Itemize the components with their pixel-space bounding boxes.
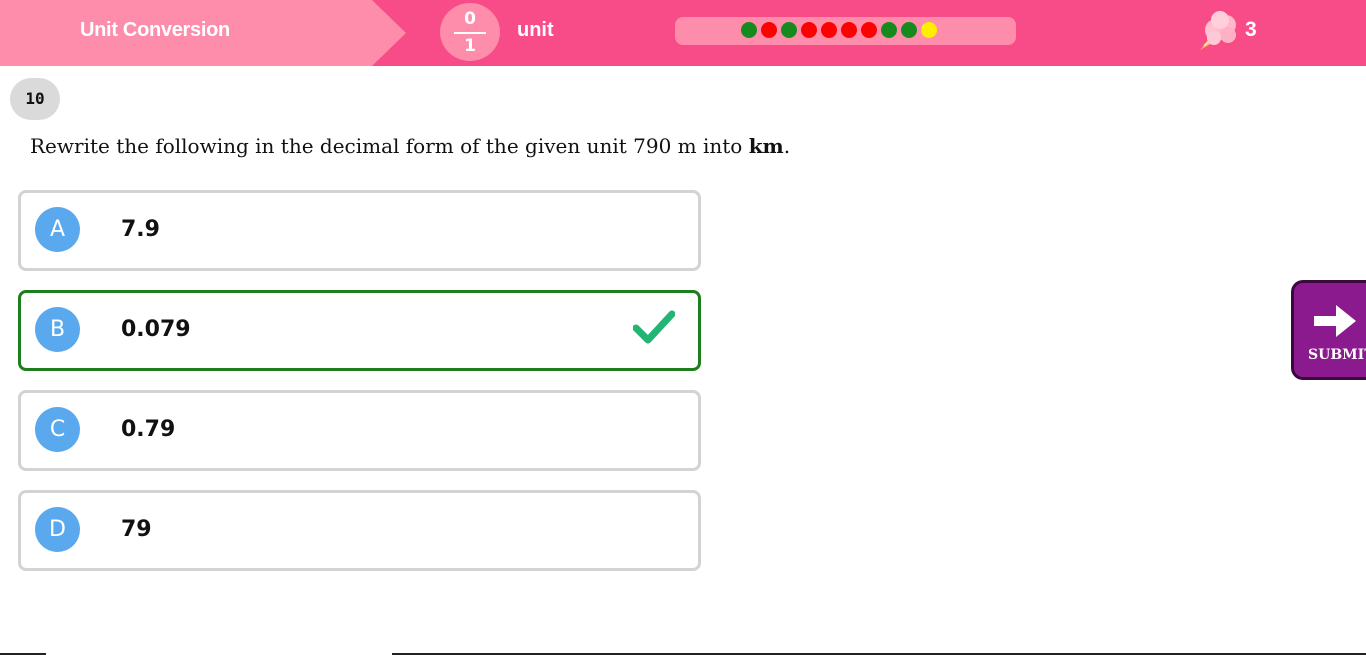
progress-dot — [881, 22, 897, 38]
score-count: 3 — [1245, 18, 1257, 41]
option-b[interactable]: B 0.079 — [18, 290, 701, 371]
question-prefix: Rewrite the following in the decimal for… — [30, 134, 749, 158]
progress-dot — [901, 22, 917, 38]
unit-label: unit — [517, 19, 554, 41]
option-value: 7.9 — [121, 217, 160, 242]
topic-title: Unit Conversion — [80, 19, 230, 41]
progress-dot — [741, 22, 757, 38]
fraction-numerator: 0 — [464, 9, 476, 29]
cotton-candy-icon — [1200, 11, 1236, 50]
option-c[interactable]: C 0.79 — [18, 390, 701, 471]
fraction-badge: 0 1 — [440, 3, 500, 61]
fraction-denominator: 1 — [464, 36, 476, 56]
option-letter-badge: A — [35, 207, 80, 252]
option-value: 0.79 — [121, 417, 176, 442]
question-unit: km — [748, 134, 784, 158]
progress-dot — [781, 22, 797, 38]
progress-dot — [761, 22, 777, 38]
progress-dot — [861, 22, 877, 38]
option-letter-badge: D — [35, 507, 80, 552]
option-a[interactable]: A 7.9 — [18, 190, 701, 271]
quiz-app: Unit Conversion 0 1 unit 3 10 Rewrite th… — [0, 0, 1366, 655]
submit-label: SUBMIT — [1308, 347, 1366, 363]
submit-button[interactable]: SUBMIT — [1291, 280, 1366, 380]
progress-dot — [821, 22, 837, 38]
progress-dot — [841, 22, 857, 38]
top-bar: Unit Conversion 0 1 unit 3 — [0, 0, 1366, 66]
progress-dot — [801, 22, 817, 38]
option-d[interactable]: D 79 — [18, 490, 701, 571]
arrow-right-icon — [1314, 305, 1356, 337]
progress-dot — [921, 22, 937, 38]
option-letter-badge: B — [35, 307, 80, 352]
question-text: Rewrite the following in the decimal for… — [30, 134, 790, 158]
option-letter-badge: C — [35, 407, 80, 452]
fraction-bar — [454, 32, 486, 34]
progress-dots — [741, 22, 937, 38]
option-value: 0.079 — [121, 317, 191, 342]
question-number: 10 — [10, 78, 60, 120]
option-value: 79 — [121, 517, 152, 542]
question-suffix: . — [783, 134, 791, 158]
checkmark-icon — [633, 310, 675, 344]
